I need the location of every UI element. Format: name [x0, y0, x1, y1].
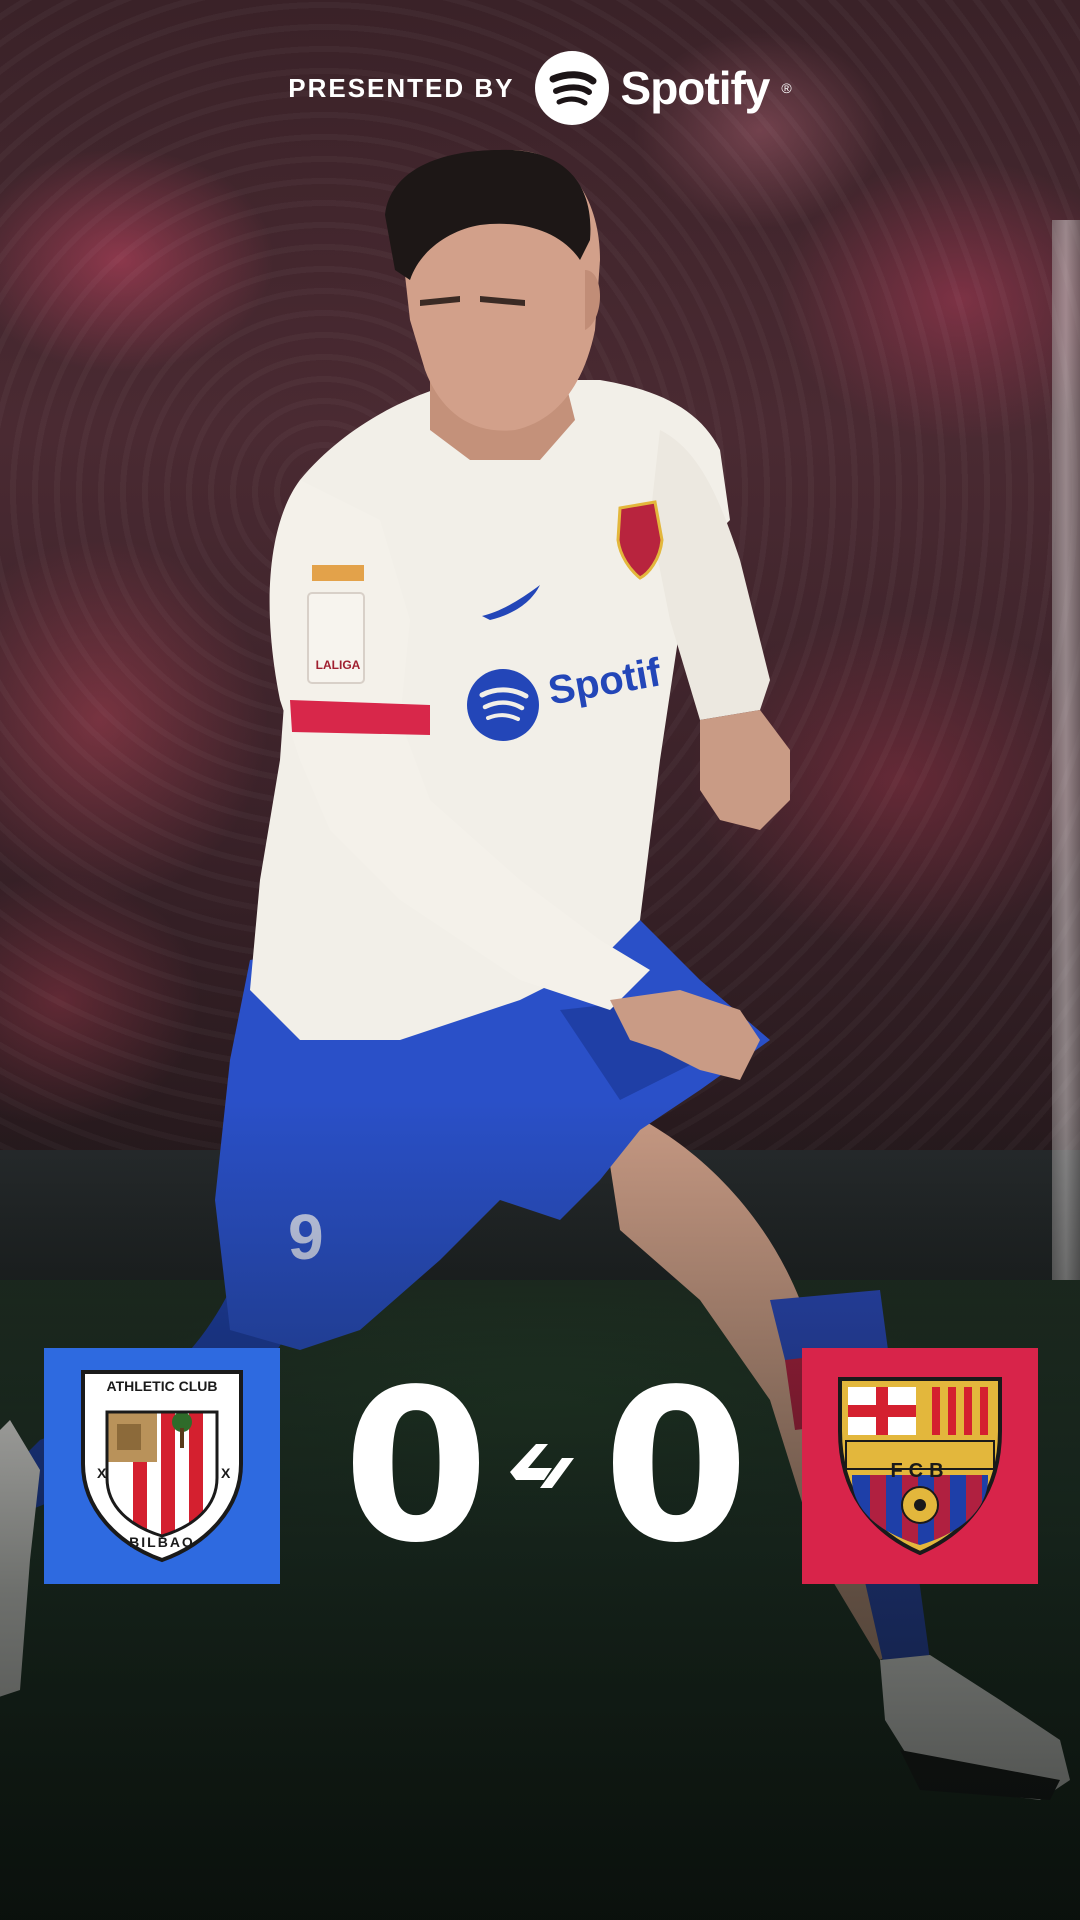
laliga-icon [510, 1444, 574, 1488]
shirt-crest-icon [616, 500, 664, 580]
home-crest-top-text: ATHLETIC CLUB [106, 1378, 218, 1394]
away-crest-text: FCB [890, 1460, 950, 1482]
away-score: 0 [602, 1344, 750, 1589]
home-crest-bottom-text: BILBAO [129, 1534, 195, 1550]
shirt-spotify-icon [467, 669, 539, 741]
svg-text:X: X [97, 1465, 107, 1481]
match-graphic: Spotif LALIGA 9 PRESENTED BY Spotify® [0, 0, 1080, 1920]
home-score: 0 [342, 1344, 490, 1589]
presented-by-label: PRESENTED BY [288, 72, 515, 103]
svg-text:X: X [221, 1465, 231, 1481]
sponsor-header: PRESENTED BY Spotify ® [0, 48, 1080, 128]
sleeve-badge-text: LALIGA [315, 658, 361, 672]
spotify-wordmark: Spotify [620, 62, 771, 114]
spotify-icon [534, 51, 609, 125]
spotify-logo: Spotify ® [534, 51, 792, 125]
nike-swoosh-icon [482, 585, 540, 620]
home-team-crest: X X ATHLETIC CLUB BILBAO [44, 1348, 280, 1584]
away-team-crest: FCB [802, 1348, 1038, 1584]
